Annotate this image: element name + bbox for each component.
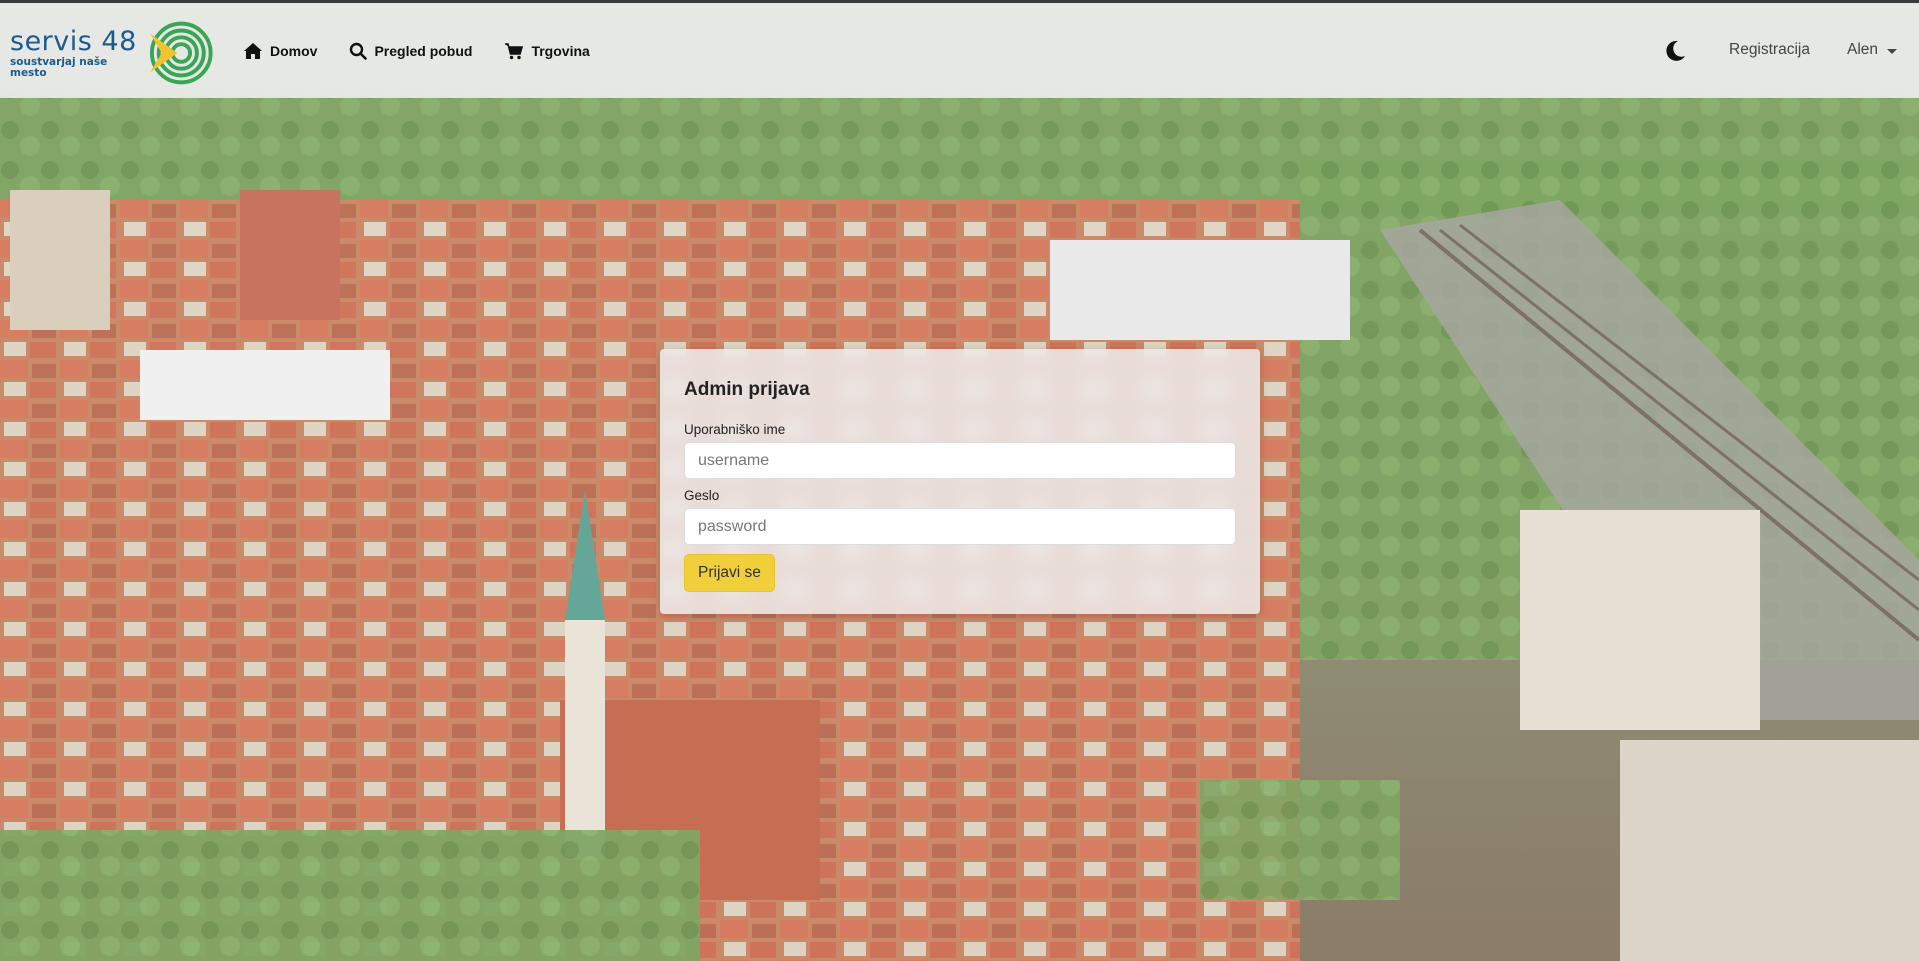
nav-home-label: Domov [270, 42, 318, 59]
register-link[interactable]: Registracija [1729, 41, 1810, 59]
caret-down-icon [1887, 48, 1898, 54]
user-name: Alen [1847, 41, 1879, 58]
user-dropdown[interactable]: Alen [1847, 41, 1898, 59]
password-input[interactable] [684, 508, 1236, 545]
admin-login-card: Admin prijava Uporabniško ime Geslo Prij… [660, 349, 1260, 614]
moon-icon[interactable] [1665, 40, 1686, 62]
username-label: Uporabniško ime [684, 422, 786, 437]
login-submit-button[interactable]: Prijavi se [684, 554, 775, 592]
home-icon [244, 42, 262, 59]
cart-icon [505, 42, 524, 59]
brand-logo-link[interactable]: servis 48 soustvarjaj naše mesto [10, 19, 215, 87]
brand-text: servis 48 soustvarjaj naše mesto [10, 28, 144, 78]
brand-name: servis 48 [10, 26, 137, 57]
nav-trgovina-label: Trgovina [531, 42, 590, 59]
nav-pregled-pobud[interactable]: Pregled pobud [349, 42, 472, 60]
navbar: servis 48 soustvarjaj naše mesto Domov P… [0, 3, 1919, 98]
login-title: Admin prijava [684, 379, 810, 400]
nav-pregled-pobud-label: Pregled pobud [374, 42, 473, 59]
logo-rings-icon [150, 21, 214, 85]
username-input[interactable] [684, 442, 1236, 479]
nav-home[interactable]: Domov [243, 42, 317, 60]
password-label: Geslo [684, 488, 720, 503]
nav-trgovina[interactable]: Trgovina [504, 42, 590, 60]
search-icon [350, 42, 368, 60]
brand-tagline: soustvarjaj naše mesto [10, 56, 108, 79]
